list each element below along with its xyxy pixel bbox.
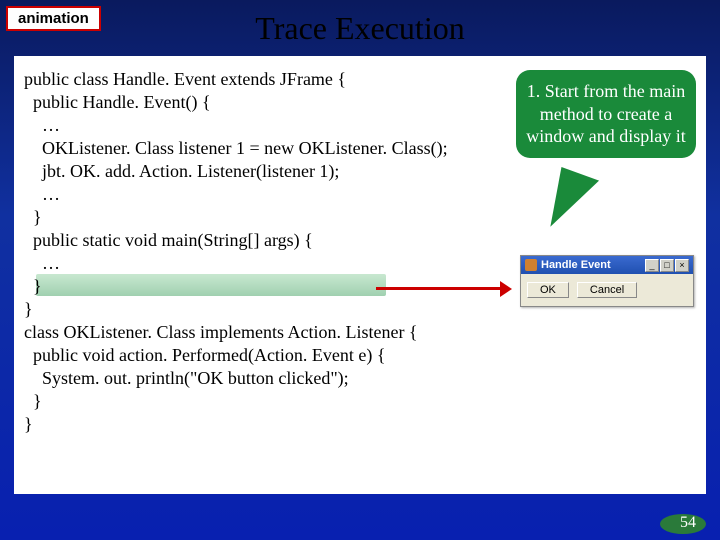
code-line: } (24, 390, 696, 413)
code-line: public static void main(String[] args) { (24, 229, 696, 252)
arrow-line (376, 287, 506, 290)
demo-window-body: OK Cancel (521, 274, 693, 306)
step-callout: 1. Start from the main method to create … (516, 70, 696, 158)
page-number: 54 (680, 514, 696, 532)
slide-title: Trace Execution (0, 10, 720, 47)
ok-button[interactable]: OK (527, 282, 569, 298)
close-button[interactable]: × (675, 259, 689, 272)
animation-tag: animation (6, 6, 101, 31)
arrow-head-icon (500, 281, 512, 297)
maximize-button[interactable]: □ (660, 259, 674, 272)
code-line: System. out. println("OK button clicked"… (24, 367, 696, 390)
code-line: public void action. Performed(Action. Ev… (24, 344, 696, 367)
code-line: class OKListener. Class implements Actio… (24, 321, 696, 344)
demo-window-titlebar: Handle Event _ □ × (521, 256, 693, 274)
demo-window: Handle Event _ □ × OK Cancel (520, 255, 694, 307)
window-controls: _ □ × (645, 259, 689, 272)
minimize-button[interactable]: _ (645, 259, 659, 272)
demo-window-title: Handle Event (541, 259, 641, 271)
code-line: } (24, 413, 696, 436)
cancel-button[interactable]: Cancel (577, 282, 637, 298)
code-line: } (24, 206, 696, 229)
java-icon (525, 259, 537, 271)
